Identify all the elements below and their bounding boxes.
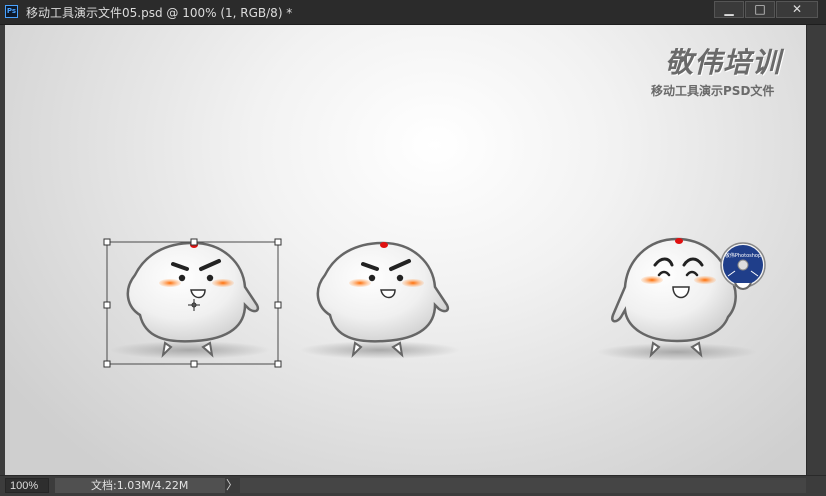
- horizontal-scrollbar[interactable]: [240, 478, 806, 493]
- character-layer-1: [103, 238, 282, 368]
- eye-right: [206, 274, 214, 282]
- character-layer-3: 敬伟Photoshop: [597, 237, 766, 361]
- close-button[interactable]: ✕: [776, 1, 818, 18]
- document-info[interactable]: 文档:1.03M/4.22M: [55, 478, 225, 493]
- document-title[interactable]: 移动工具演示文件05.psd @ 100% (1, RGB/8) *: [26, 4, 292, 21]
- vertical-scrollbar[interactable]: [806, 25, 826, 475]
- document-tab-bar: Ps 移动工具演示文件05.psd @ 100% (1, RGB/8) * ▁ …: [0, 0, 826, 25]
- maximize-button[interactable]: □: [745, 1, 775, 18]
- cd-label: 敬伟Photoshop: [725, 252, 761, 259]
- minimize-button[interactable]: ▁: [714, 1, 744, 18]
- canvas-artwork: 敬伟Photoshop: [103, 237, 766, 368]
- character-layer-2: [300, 241, 460, 359]
- eye-left: [178, 274, 186, 282]
- status-menu-arrow-icon[interactable]: 〉: [226, 478, 238, 493]
- zoom-level-field[interactable]: 100%: [5, 478, 49, 493]
- cheek-left: [159, 279, 181, 287]
- document-canvas[interactable]: 敬伟培训 移动工具演示PSD文件 敬伟Photoshop: [5, 25, 806, 475]
- cheek-right: [212, 279, 234, 287]
- photoshop-icon: Ps: [5, 5, 18, 18]
- window-controls: ▁ □ ✕: [713, 1, 818, 18]
- status-bar: 100% 文档:1.03M/4.22M 〉: [0, 475, 826, 496]
